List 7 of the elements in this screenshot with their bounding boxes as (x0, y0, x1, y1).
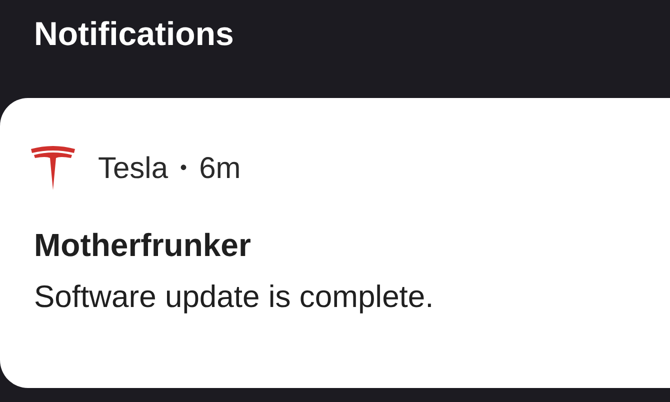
separator: • (180, 156, 188, 181)
header-title: Notifications (34, 15, 234, 52)
timestamp: 6m (199, 150, 241, 186)
notification-card[interactable]: Tesla • 6m Motherfrunker Software update is complete. (0, 98, 670, 388)
app-name: Tesla (98, 150, 168, 186)
notification-title: Motherfrunker (34, 226, 251, 265)
notification-body: Software update is complete. (34, 278, 434, 316)
